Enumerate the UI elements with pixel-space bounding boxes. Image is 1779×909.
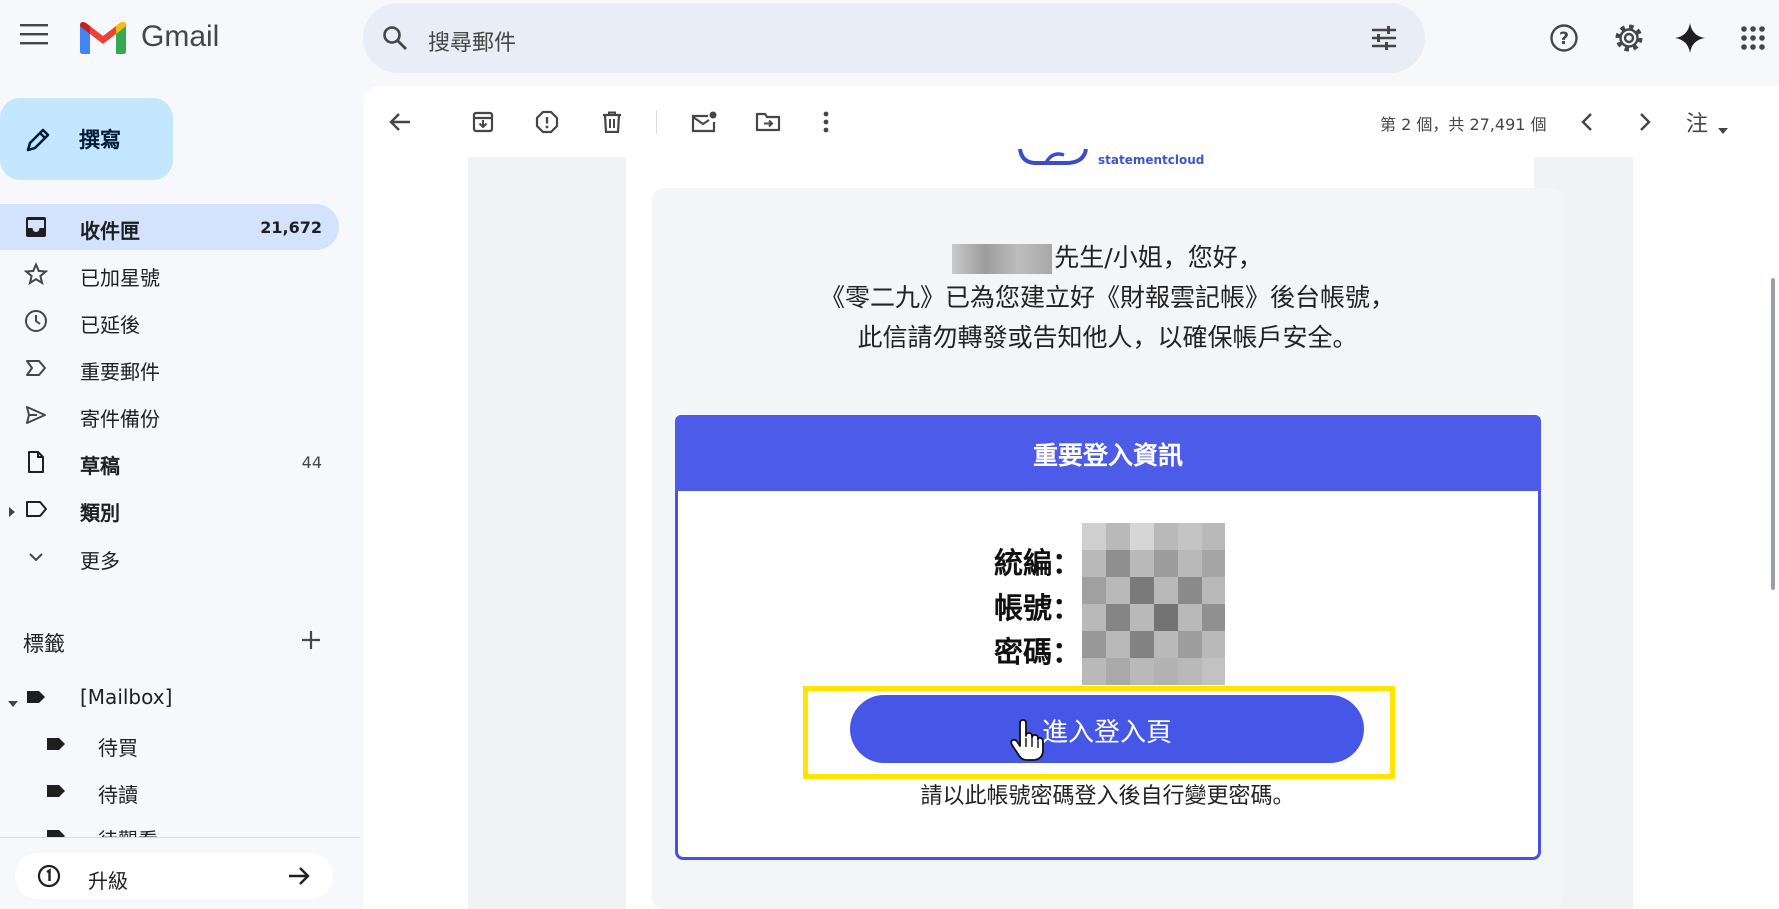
upgrade-label: 升級 <box>88 869 128 893</box>
archive-icon[interactable] <box>463 102 503 142</box>
brand-name: statementcloud <box>1098 153 1205 167</box>
sidebar-label-text: 待讀 <box>98 783 138 807</box>
toolbar-divider <box>656 110 657 134</box>
chevron-down-icon <box>24 545 50 571</box>
trash-icon[interactable] <box>592 102 632 142</box>
sidebar-label-text: 待觀看 <box>98 824 158 837</box>
search-icon[interactable] <box>375 18 415 58</box>
gemini-sparkle-icon[interactable] <box>1670 18 1710 58</box>
move-to-folder-icon[interactable] <box>748 102 788 142</box>
sidebar-item-more[interactable]: 更多 <box>0 534 339 580</box>
input-tools-label: 注 <box>1686 112 1709 137</box>
sidebar-item-label: 更多 <box>80 549 120 573</box>
sidebar-label-clip: 待觀看 <box>0 815 339 837</box>
sidebar-item-snoozed[interactable]: 已延後 <box>0 298 339 344</box>
sidebar-item-label: 已延後 <box>80 313 140 337</box>
pagination-text: 第 2 個，共 27,491 個 <box>1380 115 1547 134</box>
label-tag-icon <box>24 497 50 523</box>
back-arrow-icon[interactable] <box>380 102 420 142</box>
upgrade-button[interactable]: 升級 <box>15 853 333 899</box>
login-info-header: 重要登入資訊 <box>675 415 1541 491</box>
sidebar-label-to-buy[interactable]: 待買 <box>0 721 339 767</box>
search-bar[interactable]: 搜尋郵件 <box>363 3 1425 73</box>
tax-id-label: 統編： <box>994 546 1082 580</box>
apps-grid-icon[interactable] <box>1733 18 1773 58</box>
hand-cursor-icon <box>1010 719 1044 765</box>
settings-gear-icon[interactable] <box>1609 18 1649 58</box>
go-to-login-button[interactable]: 進入登入頁 <box>850 695 1364 763</box>
blurred-name <box>952 244 1053 274</box>
add-label-plus-icon[interactable] <box>291 620 331 660</box>
sidebar-label-to-read[interactable]: 待讀 <box>0 768 339 814</box>
clock-icon <box>24 309 50 335</box>
expand-arrow-icon[interactable] <box>8 503 16 522</box>
label-tag-icon <box>44 824 70 837</box>
compose-button[interactable]: 撰寫 <box>0 98 173 180</box>
sidebar-item-inbox[interactable]: 收件匣 21,672 <box>0 204 339 250</box>
sidebar-label-to-watch[interactable]: 待觀看 <box>0 815 339 837</box>
sidebar-item-label: 收件匣 <box>80 219 140 243</box>
important-icon <box>24 356 50 382</box>
sidebar-item-label: 寄件備份 <box>80 407 160 431</box>
send-icon <box>24 403 50 429</box>
older-chevron-right-icon[interactable] <box>1625 102 1665 142</box>
security-notice-line: 此信請勿轉發或告知他人，以確保帳戶安全。 <box>857 323 1358 352</box>
label-tag-icon <box>44 779 70 805</box>
greeting-line: 先生/小姐，您好， <box>652 238 1563 274</box>
sidebar-item-label: 重要郵件 <box>80 360 160 384</box>
greeting-text: 先生/小姐，您好， <box>1054 243 1263 272</box>
sidebar-item-drafts[interactable]: 草稿 44 <box>0 439 339 485</box>
input-tools-dropdown[interactable]: 注 <box>1686 106 1728 138</box>
search-input[interactable]: 搜尋郵件 <box>428 25 516 57</box>
draft-count: 44 <box>301 453 322 472</box>
sidebar-item-categories[interactable]: 類別 <box>0 486 339 532</box>
caret-down-icon <box>1717 116 1729 141</box>
login-button-label: 進入登入頁 <box>1041 718 1172 748</box>
gmail-logo-icon[interactable] <box>80 20 126 58</box>
search-options-icon[interactable] <box>1364 18 1404 58</box>
svg-text:?: ? <box>1559 29 1569 49</box>
scrollbar[interactable] <box>1771 278 1775 590</box>
help-icon[interactable]: ? <box>1544 18 1584 58</box>
password-label: 密碼： <box>994 635 1082 669</box>
sidebar-label-text: 待買 <box>98 736 138 760</box>
sidebar-item-starred[interactable]: 已加星號 <box>0 251 339 297</box>
account-label: 帳號： <box>994 591 1082 625</box>
newer-chevron-left-icon[interactable] <box>1567 102 1607 142</box>
change-password-hint: 請以此帳號密碼登入後自行變更密碼。 <box>920 784 1295 809</box>
blurred-credentials <box>1082 523 1225 685</box>
sidebar-divider <box>0 837 360 838</box>
statementcloud-logo-icon <box>1016 139 1090 169</box>
sidebar-item-label: 草稿 <box>80 454 120 478</box>
sidebar-label-mailbox[interactable]: [Mailbox] <box>0 674 339 720</box>
sidebar-item-important[interactable]: 重要郵件 <box>0 345 339 391</box>
star-icon <box>23 261 50 288</box>
draft-file-icon <box>24 450 50 476</box>
sidebar-item-sent[interactable]: 寄件備份 <box>0 392 339 438</box>
app-title: Gmail <box>141 20 220 53</box>
compose-label: 撰寫 <box>79 128 121 152</box>
sidebar-item-label: 已加星號 <box>80 266 160 290</box>
more-vertical-icon[interactable] <box>806 102 846 142</box>
labels-section-title: 標籤 <box>23 632 65 656</box>
collapse-arrow-icon[interactable] <box>7 693 19 712</box>
upgrade-circle-icon <box>37 864 61 892</box>
inbox-icon <box>24 215 50 241</box>
label-tag-icon <box>44 732 70 758</box>
pencil-icon <box>24 126 52 158</box>
top-bar: Gmail 搜尋郵件 ? <box>0 0 1779 78</box>
unread-count: 21,672 <box>260 218 322 237</box>
label-tag-icon <box>24 685 50 711</box>
main-menu-icon[interactable] <box>14 14 54 54</box>
login-info-title: 重要登入資訊 <box>1032 441 1183 470</box>
account-created-line: 《零二九》已為您建立好《財報雲記帳》後台帳號， <box>819 283 1395 312</box>
sidebar-label-text: [Mailbox] <box>80 685 173 709</box>
sidebar-item-label: 類別 <box>80 501 120 525</box>
mark-unread-icon[interactable] <box>684 102 724 142</box>
arrow-right-icon <box>287 865 311 891</box>
report-spam-icon[interactable] <box>527 102 567 142</box>
